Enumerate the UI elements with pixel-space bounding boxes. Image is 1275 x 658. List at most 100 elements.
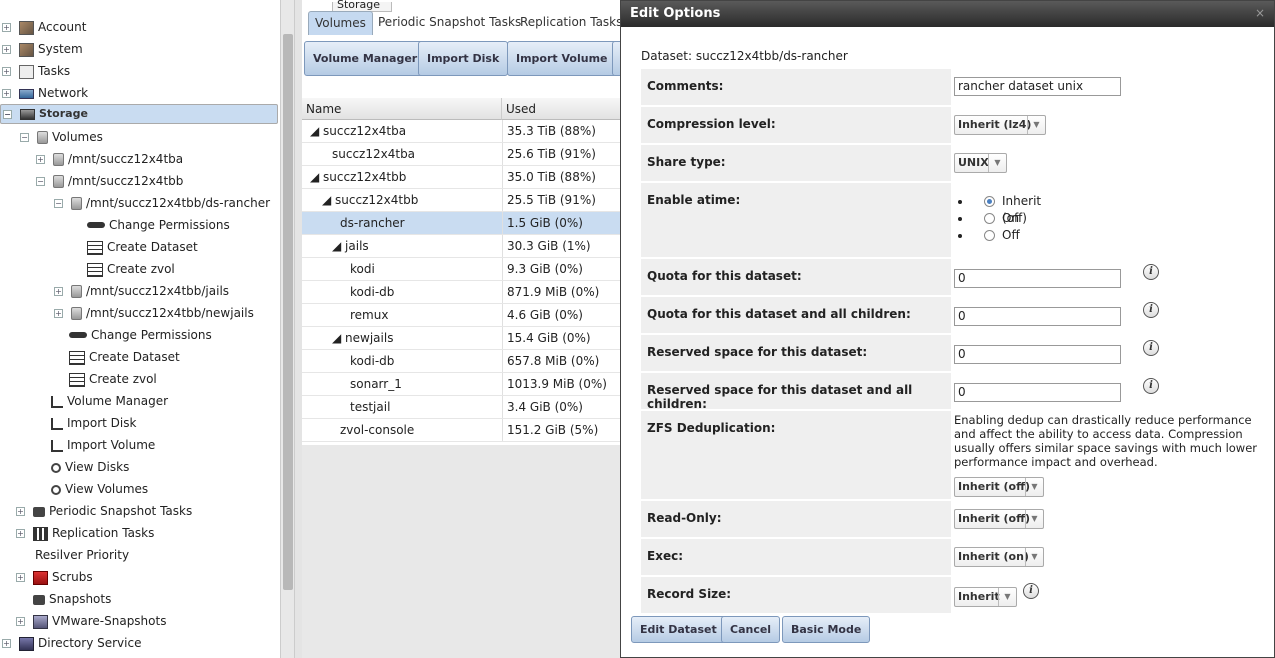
table-row[interactable]: ◢ succz12x4tbb 25.5 TiB (91%)	[302, 189, 622, 212]
radio-icon[interactable]	[984, 230, 995, 241]
expand-icon[interactable]: +	[2, 89, 11, 98]
tree-item[interactable]: Create zvol	[52, 368, 157, 390]
expand-icon[interactable]: +	[36, 155, 45, 164]
share-type-select[interactable]: UNIX ▼	[954, 153, 1007, 173]
table-row[interactable]: ◢ jails 30.3 GiB (1%)	[302, 235, 622, 258]
table-row[interactable]: ◢ newjails 15.4 GiB (0%)	[302, 327, 622, 350]
collapse-icon[interactable]: −	[36, 177, 45, 186]
tree-item[interactable]: + Directory Service	[2, 632, 141, 654]
comments-input[interactable]: rancher dataset unix	[954, 77, 1121, 96]
expand-icon[interactable]: +	[2, 45, 11, 54]
tree-item[interactable]: + Account	[2, 16, 86, 38]
expand-icon[interactable]: +	[16, 507, 25, 516]
info-icon[interactable]: i	[1143, 302, 1159, 318]
table-row[interactable]: ◢ succz12x4tbb 35.0 TiB (88%)	[302, 166, 622, 189]
quota-all-input[interactable]: 0	[954, 307, 1121, 326]
tree-item[interactable]: + Tasks	[2, 60, 70, 82]
tree-item[interactable]: + System	[2, 38, 83, 60]
expand-icon[interactable]: +	[2, 23, 11, 32]
table-row[interactable]: ds-rancher 1.5 GiB (0%)	[302, 212, 622, 235]
atime-option-on[interactable]: On	[958, 210, 1019, 227]
table-row[interactable]: succz12x4tba 25.6 TiB (91%)	[302, 143, 622, 166]
info-icon[interactable]: i	[1143, 378, 1159, 394]
tree-item[interactable]: Change Permissions	[52, 324, 212, 346]
reserved-input[interactable]: 0	[954, 345, 1121, 364]
info-icon[interactable]: i	[1143, 340, 1159, 356]
table-row[interactable]: sonarr_1 1013.9 MiB (0%)	[302, 373, 622, 396]
column-header-used[interactable]: Used	[502, 98, 622, 120]
table-row[interactable]: kodi 9.3 GiB (0%)	[302, 258, 622, 281]
tree-item[interactable]: + /mnt/succz12x4tba	[36, 148, 183, 170]
quota-input[interactable]: 0	[954, 269, 1121, 288]
expand-icon[interactable]: +	[16, 529, 25, 538]
tree-item[interactable]: View Volumes	[34, 478, 148, 500]
reserved-all-input[interactable]: 0	[954, 383, 1121, 402]
expand-icon[interactable]: +	[54, 287, 63, 296]
exec-select[interactable]: Inherit (on) ▼	[954, 547, 1044, 567]
readonly-select[interactable]: Inherit (off) ▼	[954, 509, 1044, 529]
tree-item[interactable]: + Periodic Snapshot Tasks	[16, 500, 192, 522]
tree-item[interactable]: Create Dataset	[52, 346, 180, 368]
tree-item[interactable]: − /mnt/succz12x4tbb/ds-rancher	[54, 192, 270, 214]
edit-dataset-button[interactable]: Edit Dataset	[631, 616, 726, 643]
table-row[interactable]: kodi-db 657.8 MiB (0%)	[302, 350, 622, 373]
compression-select[interactable]: Inherit (lz4) ▼	[954, 115, 1046, 135]
radio-icon[interactable]	[984, 213, 995, 224]
cancel-button[interactable]: Cancel	[721, 616, 781, 643]
tree-item[interactable]: + /mnt/succz12x4tbb/jails	[54, 280, 229, 302]
readonly-label: Read-Only:	[641, 501, 951, 537]
collapse-icon[interactable]: −	[54, 199, 63, 208]
tree-scrollbar[interactable]	[280, 0, 294, 658]
expand-icon[interactable]: +	[16, 617, 25, 626]
tree-item[interactable]: Change Permissions	[70, 214, 230, 236]
table-row[interactable]: testjail 3.4 GiB (0%)	[302, 396, 622, 419]
tree-item[interactable]: − Storage	[0, 104, 278, 124]
grid-icon	[69, 372, 85, 387]
expand-icon[interactable]: +	[16, 573, 25, 582]
radio-selected-icon[interactable]	[984, 196, 995, 207]
tree-item[interactable]: Import Disk	[34, 412, 136, 434]
expand-icon[interactable]: +	[2, 67, 11, 76]
atime-option-inherit[interactable]: Inherit (off)	[958, 193, 1041, 225]
import-disk-button[interactable]: Import Disk	[418, 41, 509, 76]
info-icon[interactable]: i	[1143, 264, 1159, 280]
volume-manager-button[interactable]: Volume Manager	[304, 41, 427, 76]
column-header-name[interactable]: Name	[302, 98, 502, 120]
grid-icon	[69, 350, 85, 365]
tree-item[interactable]: Volume Manager	[34, 390, 168, 412]
table-row[interactable]: ◢ succz12x4tba 35.3 TiB (88%)	[302, 120, 622, 143]
tree-item[interactable]: Import Volume	[34, 434, 155, 456]
tree-item[interactable]: − Volumes	[20, 126, 103, 148]
tree-scrollbar-thumb[interactable]	[283, 34, 293, 590]
info-icon[interactable]: i	[1023, 583, 1039, 599]
tab-replication-tasks[interactable]: Replication Tasks	[514, 11, 628, 35]
tree-item[interactable]: + Network	[2, 82, 88, 104]
tree-item[interactable]: View Disks	[34, 456, 129, 478]
collapse-icon[interactable]: −	[3, 109, 12, 119]
exec-select-value: Inherit (on)	[958, 550, 1029, 563]
basic-mode-button[interactable]: Basic Mode	[782, 616, 871, 643]
dedup-select[interactable]: Inherit (off) ▼	[954, 477, 1044, 497]
collapse-icon[interactable]: −	[20, 133, 29, 142]
close-icon[interactable]: ×	[1254, 7, 1266, 19]
table-row[interactable]: zvol-console 151.2 GiB (5%)	[302, 419, 622, 442]
import-volume-button[interactable]: Import Volume	[507, 41, 617, 76]
tree-item[interactable]: + Replication Tasks	[16, 522, 154, 544]
tree-item[interactable]: − /mnt/succz12x4tbb	[36, 170, 183, 192]
table-row[interactable]: kodi-db 871.9 MiB (0%)	[302, 281, 622, 304]
tab-periodic-snapshot-tasks[interactable]: Periodic Snapshot Tasks	[372, 11, 527, 35]
atime-option-off[interactable]: Off	[958, 227, 1020, 244]
tree-item[interactable]: + VMware-Snapshots	[16, 610, 166, 632]
tree-item[interactable]: + Scrubs	[16, 566, 93, 588]
tree-item[interactable]: Create Dataset	[70, 236, 198, 258]
tree-item[interactable]: + /mnt/succz12x4tbb/newjails	[54, 302, 254, 324]
expand-icon[interactable]: +	[2, 639, 11, 648]
tree-item[interactable]: Resilver Priority	[18, 544, 129, 566]
tree-item[interactable]: Snapshots	[16, 588, 111, 610]
table-row[interactable]: remux 4.6 GiB (0%)	[302, 304, 622, 327]
recordsize-select[interactable]: Inherit ▼	[954, 587, 1017, 607]
tree-item[interactable]: Create zvol	[70, 258, 175, 280]
pane-splitter[interactable]	[294, 0, 302, 658]
expand-icon[interactable]: +	[54, 309, 63, 318]
tab-volumes[interactable]: Volumes	[308, 11, 373, 35]
